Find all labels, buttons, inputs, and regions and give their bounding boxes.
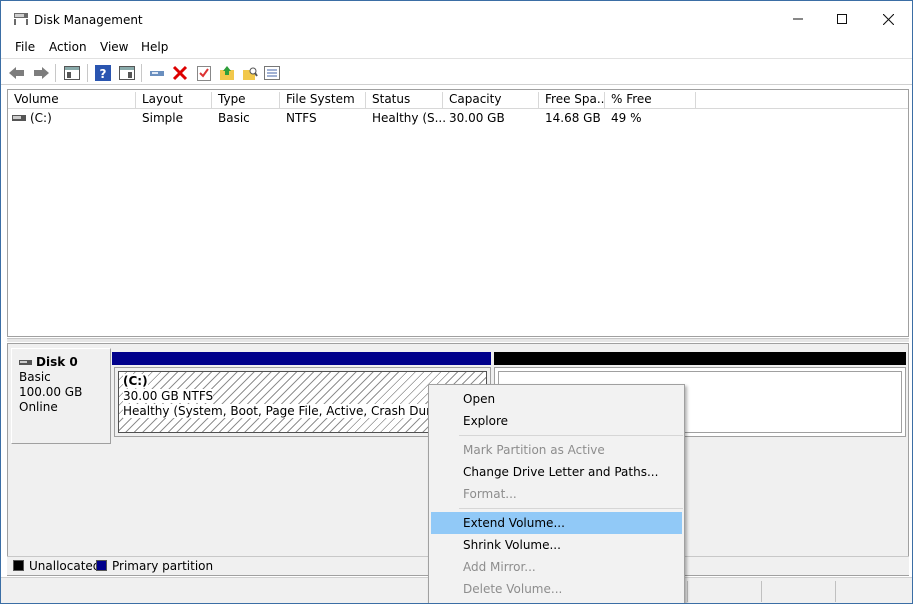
cell-free-space: 14.68 GB bbox=[545, 111, 601, 125]
legend-primary-partition: Primary partition bbox=[112, 559, 214, 573]
disk-icon bbox=[19, 359, 32, 365]
menu-item-change-drive-letter[interactable]: Change Drive Letter and Paths... bbox=[431, 461, 682, 483]
connect-icon[interactable] bbox=[148, 64, 166, 82]
properties-icon[interactable] bbox=[118, 64, 136, 82]
menu-file[interactable]: File bbox=[15, 40, 35, 54]
disk-size: 100.00 GB bbox=[19, 385, 83, 399]
legend-unallocated: Unallocated bbox=[29, 559, 101, 573]
menu-item-add-mirror: Add Mirror... bbox=[463, 560, 536, 574]
disk-state: Online bbox=[19, 400, 58, 414]
toolbar: ? bbox=[1, 58, 912, 85]
menu-bar: File Action View Help bbox=[1, 37, 912, 57]
maximize-icon bbox=[837, 14, 847, 24]
disk-0-info[interactable]: Disk 0 Basic 100.00 GB Online bbox=[11, 348, 111, 444]
column-status[interactable]: Status bbox=[366, 92, 443, 109]
cell-type: Basic bbox=[218, 111, 250, 125]
menu-item-explore[interactable]: Explore bbox=[431, 410, 682, 432]
disk-management-window: Disk Management File Action View Help ? bbox=[0, 0, 913, 604]
menu-item-extend-volume[interactable]: Extend Volume... bbox=[431, 512, 682, 534]
column-percent-free[interactable]: % Free bbox=[605, 92, 696, 109]
back-arrow-icon[interactable] bbox=[8, 64, 26, 82]
primary-partition-swatch bbox=[96, 560, 107, 571]
menu-item-shrink-volume[interactable]: Shrink Volume... bbox=[431, 534, 682, 556]
menu-action[interactable]: Action bbox=[49, 40, 87, 54]
drive-icon bbox=[12, 115, 26, 121]
cell-capacity: 30.00 GB bbox=[449, 111, 505, 125]
minimize-button[interactable] bbox=[775, 1, 821, 37]
cell-percent-free: 49 % bbox=[611, 111, 642, 125]
close-button[interactable] bbox=[865, 1, 911, 37]
console-tree-icon[interactable] bbox=[63, 64, 81, 82]
title-bar: Disk Management bbox=[1, 1, 912, 37]
partition-c-status: Healthy (System, Boot, Page File, Active… bbox=[123, 404, 481, 418]
close-icon bbox=[882, 13, 894, 25]
context-menu: Open Explore Mark Partition as Active Ch… bbox=[428, 384, 685, 603]
help-icon[interactable]: ? bbox=[94, 64, 112, 82]
folder-up-icon[interactable] bbox=[218, 64, 236, 82]
list-icon[interactable] bbox=[263, 64, 281, 82]
partition-c-label: (C:) bbox=[123, 374, 148, 388]
column-capacity[interactable]: Capacity bbox=[443, 92, 539, 109]
disk-management-icon bbox=[14, 13, 28, 25]
disk-type: Basic bbox=[19, 370, 51, 384]
menu-view[interactable]: View bbox=[100, 40, 128, 54]
delete-icon[interactable] bbox=[171, 64, 189, 82]
table-row[interactable]: (C:) Simple Basic NTFS Healthy (S... 30.… bbox=[8, 110, 908, 127]
column-volume[interactable]: Volume bbox=[8, 92, 136, 109]
cell-status: Healthy (S... bbox=[372, 111, 447, 125]
minimize-icon bbox=[793, 18, 803, 20]
volume-list: Volume Layout Type File System Status Ca… bbox=[7, 89, 909, 337]
menu-item-delete-volume: Delete Volume... bbox=[463, 582, 563, 596]
unallocated-bar bbox=[494, 352, 906, 365]
pane-splitter[interactable] bbox=[7, 338, 909, 342]
svg-text:?: ? bbox=[100, 67, 107, 81]
column-file-system[interactable]: File System bbox=[280, 92, 366, 109]
menu-item-open[interactable]: Open bbox=[431, 388, 682, 410]
partition-c-size: 30.00 GB NTFS bbox=[123, 389, 214, 403]
cell-file-system: NTFS bbox=[286, 111, 317, 125]
forward-arrow-icon[interactable] bbox=[32, 64, 50, 82]
column-free-space[interactable]: Free Spa... bbox=[539, 92, 605, 109]
disk-name: Disk 0 bbox=[36, 355, 78, 369]
column-layout[interactable]: Layout bbox=[136, 92, 212, 109]
volume-list-header: Volume Layout Type File System Status Ca… bbox=[8, 90, 908, 109]
maximize-button[interactable] bbox=[819, 1, 865, 37]
menu-item-mark-partition-active: Mark Partition as Active bbox=[463, 443, 605, 457]
cell-volume: (C:) bbox=[30, 111, 52, 125]
unallocated-swatch bbox=[13, 560, 24, 571]
primary-partition-bar bbox=[112, 352, 491, 365]
cell-layout: Simple bbox=[142, 111, 183, 125]
window-title: Disk Management bbox=[34, 13, 143, 27]
menu-help[interactable]: Help bbox=[141, 40, 168, 54]
menu-item-format: Format... bbox=[463, 487, 517, 501]
check-icon[interactable] bbox=[195, 64, 213, 82]
folder-search-icon[interactable] bbox=[241, 64, 259, 82]
column-type[interactable]: Type bbox=[212, 92, 280, 109]
